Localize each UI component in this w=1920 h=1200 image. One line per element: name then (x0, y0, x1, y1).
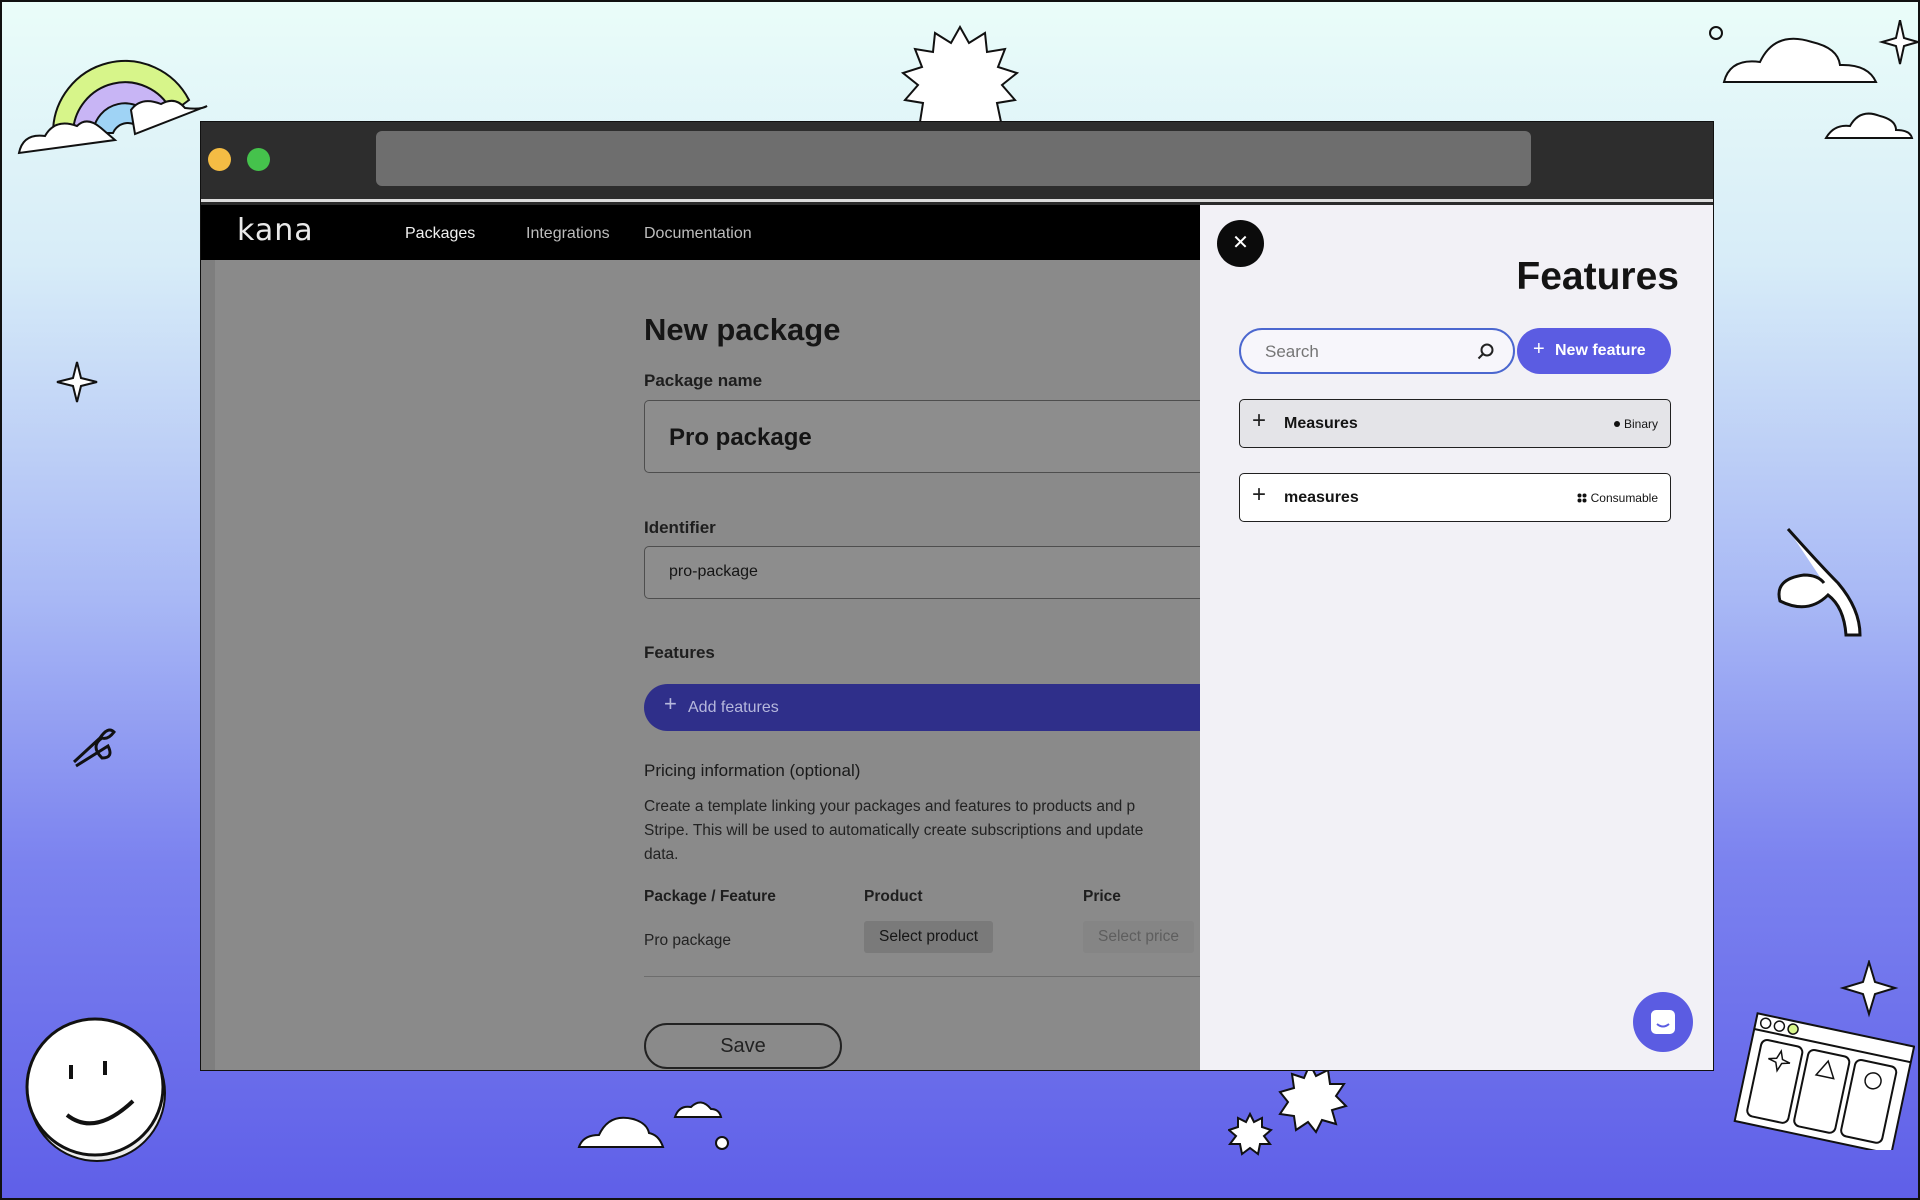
new-feature-button[interactable]: + New feature (1517, 328, 1671, 374)
nav-link-packages[interactable]: Packages (405, 225, 475, 243)
feature-type-badge: Binary (1613, 417, 1658, 431)
column-header-product: Product (864, 888, 923, 905)
starburst-small-shapes (1228, 1061, 1348, 1156)
window-minimize-dot[interactable] (208, 148, 231, 171)
address-bar[interactable] (376, 131, 1531, 186)
nav-link-integrations[interactable]: Integrations (526, 225, 610, 243)
package-name-label: Package name (644, 371, 763, 390)
app-content: kana Packages Integrations Documentation… (201, 205, 1713, 1070)
pricing-desc-line-2: Stripe. This will be used to automatical… (644, 822, 1144, 839)
identifier-label: Identifier (644, 518, 716, 537)
search-input[interactable] (1263, 340, 1457, 364)
identifier-value: pro-package (669, 563, 758, 580)
dot-icon (1613, 421, 1620, 427)
chat-launcher-button[interactable] (1633, 992, 1693, 1052)
table-divider (644, 976, 1204, 977)
feature-item[interactable]: + Measures Binary (1239, 399, 1671, 448)
kana-logo: kana (237, 213, 314, 248)
smiley-face-illustration (25, 1017, 166, 1162)
sparkle-icon (56, 361, 98, 403)
column-header-price: Price (1083, 888, 1121, 905)
select-price-button[interactable]: Select price (1083, 921, 1194, 953)
pricing-desc-line-1: Create a template linking your packages … (644, 798, 1136, 815)
nav-link-documentation[interactable]: Documentation (644, 225, 752, 243)
pricing-title: Pricing information (optional) (644, 761, 861, 780)
package-name-value: Pro package (669, 424, 812, 451)
search-box[interactable] (1239, 328, 1515, 374)
plus-icon: + (1533, 338, 1545, 360)
page-title: New package (644, 312, 841, 347)
browser-window-illustration (1733, 960, 1915, 1150)
drawer-title: Features (1516, 255, 1679, 298)
add-features-label: Add features (688, 699, 779, 716)
features-drawer: ✕ Features + New feature + Measures Bina… (1200, 205, 1713, 1070)
rainbow-cloud-illustration (17, 60, 208, 155)
add-plus-icon[interactable]: + (1252, 483, 1266, 507)
close-button[interactable]: ✕ (1217, 220, 1264, 267)
new-feature-label: New feature (1555, 342, 1646, 359)
select-product-button[interactable]: Select product (864, 921, 994, 953)
feature-item[interactable]: + measures Consumable (1239, 473, 1671, 522)
cloud-illustration (1709, 20, 1920, 139)
column-header-package: Package / Feature (644, 888, 776, 905)
pricing-desc-line-3: data. (644, 846, 679, 863)
close-icon: ✕ (1232, 232, 1249, 254)
sidebar-rail (201, 260, 215, 1070)
add-plus-icon[interactable]: + (1252, 409, 1266, 433)
plus-icon: + (664, 691, 677, 716)
chat-icon (1651, 1010, 1675, 1034)
squiggle-shape (72, 728, 116, 768)
feature-type-label: Consumable (1590, 491, 1658, 505)
grid-dots-icon (1577, 493, 1587, 503)
browser-chrome (201, 122, 1713, 202)
browser-window: kana Packages Integrations Documentation… (200, 121, 1714, 1071)
row-package-name: Pro package (644, 932, 732, 949)
loop-squiggle-shape (1777, 527, 1862, 637)
pricing-description: Create a template linking your packages … (644, 795, 1234, 867)
feature-name: Measures (1284, 415, 1358, 432)
feature-name: measures (1284, 489, 1359, 506)
feature-type-label: Binary (1623, 417, 1658, 431)
feature-type-badge: Consumable (1577, 491, 1658, 505)
starburst-shape (900, 25, 1020, 123)
window-maximize-dot[interactable] (247, 148, 270, 171)
search-icon (1477, 343, 1494, 360)
features-label: Features (644, 643, 715, 662)
save-button[interactable]: Save (644, 1023, 842, 1069)
clouds-illustration (577, 1101, 729, 1150)
